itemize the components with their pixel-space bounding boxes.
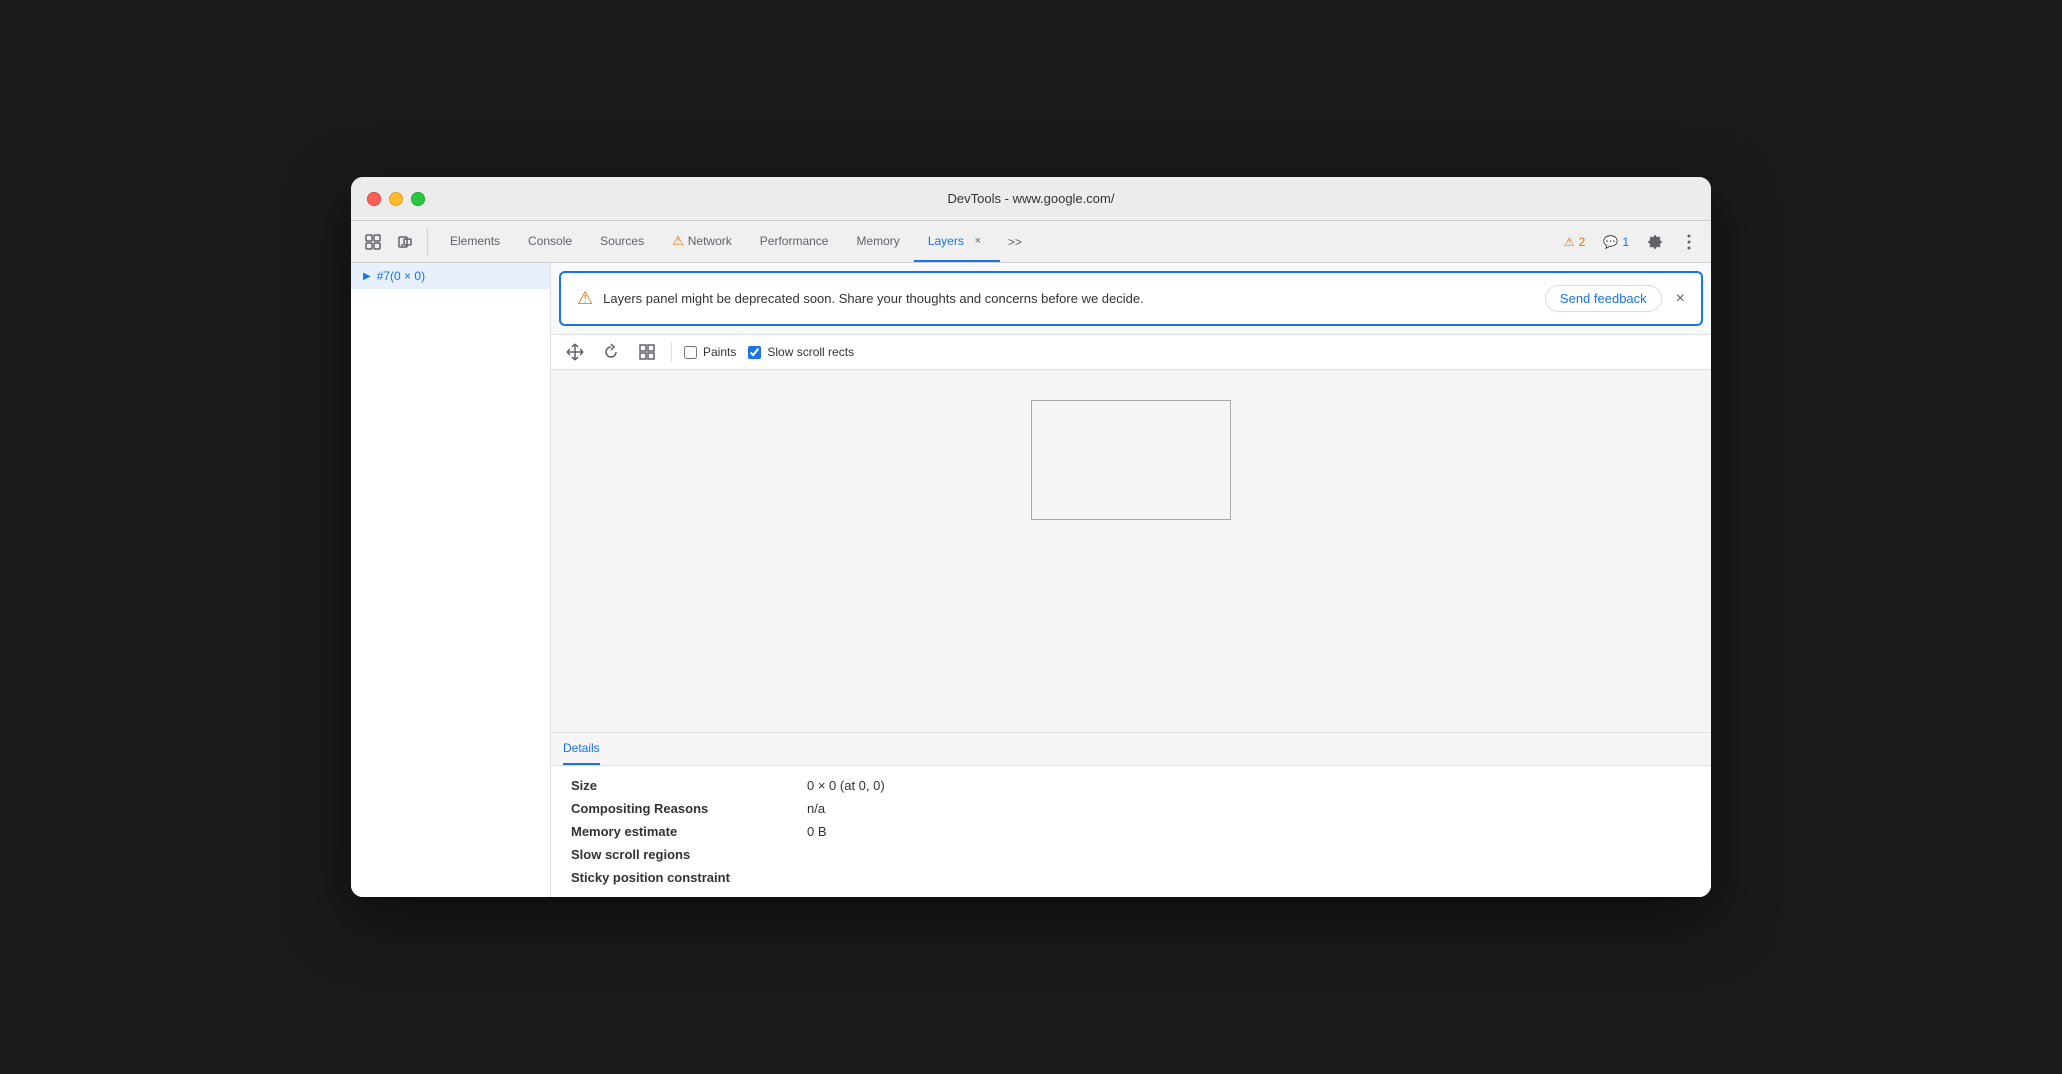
paints-checkbox[interactable] <box>684 346 697 359</box>
toolbar: Elements Console Sources ⚠ Network Perfo… <box>351 221 1711 263</box>
warning-icon: ⚠ <box>1564 235 1575 249</box>
deprecation-banner: ⚠ Layers panel might be deprecated soon.… <box>559 271 1703 326</box>
size-label: Size <box>571 778 791 793</box>
network-warning-icon: ⚠ <box>672 233 684 249</box>
pan-icon[interactable] <box>563 340 587 364</box>
sidebar-item-layer[interactable]: ▶ #7(0 × 0) <box>351 263 550 289</box>
warning-badge[interactable]: ⚠ 2 <box>1558 231 1591 253</box>
memory-label: Memory estimate <box>571 824 791 839</box>
slow-scroll-label: Slow scroll rects <box>767 345 854 359</box>
sticky-position-value <box>807 870 1691 885</box>
main-panel: ⚠ Layers panel might be deprecated soon.… <box>551 263 1711 897</box>
controls-bar: Paints Slow scroll rects <box>551 334 1711 370</box>
details-tabs: Details <box>551 733 1711 766</box>
inspect-icon[interactable] <box>359 228 387 256</box>
banner-message: Layers panel might be deprecated soon. S… <box>603 291 1535 306</box>
tab-sources[interactable]: Sources <box>586 221 658 262</box>
toolbar-right: ⚠ 2 💬 1 <box>1558 228 1703 256</box>
maximize-button[interactable] <box>411 192 425 206</box>
close-button[interactable] <box>367 192 381 206</box>
slow-scroll-regions-value <box>807 847 1691 862</box>
devtools-window: DevTools - www.google.com/ <box>351 177 1711 897</box>
body-content: ▶ #7(0 × 0) ⚠ Layers panel might be depr… <box>351 263 1711 897</box>
compositing-value: n/a <box>807 801 1691 816</box>
toolbar-icons <box>359 228 428 256</box>
rotate-icon[interactable] <box>599 340 623 364</box>
send-feedback-button[interactable]: Send feedback <box>1545 285 1662 312</box>
sticky-position-label: Sticky position constraint <box>571 870 791 885</box>
tab-performance[interactable]: Performance <box>746 221 843 262</box>
size-value: 0 × 0 (at 0, 0) <box>807 778 1691 793</box>
traffic-lights <box>367 192 425 206</box>
details-tab[interactable]: Details <box>563 733 600 765</box>
sidebar-item-label: #7(0 × 0) <box>377 269 425 283</box>
more-tabs-button[interactable]: >> <box>1000 221 1030 262</box>
warning-count: 2 <box>1579 235 1586 249</box>
info-icon: 💬 <box>1603 235 1618 249</box>
info-count: 1 <box>1622 235 1629 249</box>
banner-warning-icon: ⚠ <box>577 288 593 309</box>
titlebar: DevTools - www.google.com/ <box>351 177 1711 221</box>
tab-elements[interactable]: Elements <box>436 221 514 262</box>
sidebar: ▶ #7(0 × 0) <box>351 263 551 897</box>
more-options-icon[interactable] <box>1675 228 1703 256</box>
devtools-container: Elements Console Sources ⚠ Network Perfo… <box>351 221 1711 897</box>
tabs: Elements Console Sources ⚠ Network Perfo… <box>436 221 1558 262</box>
canvas-area <box>551 370 1711 732</box>
details-section: Details Size 0 × 0 (at 0, 0) Compositing… <box>551 732 1711 897</box>
slow-scroll-checkbox[interactable] <box>748 346 761 359</box>
arrow-icon: ▶ <box>363 271 371 282</box>
slow-scroll-checkbox-group[interactable]: Slow scroll rects <box>748 345 854 359</box>
slow-scroll-regions-label: Slow scroll regions <box>571 847 791 862</box>
tab-network[interactable]: ⚠ Network <box>658 221 746 262</box>
paints-checkbox-group[interactable]: Paints <box>684 345 736 359</box>
memory-value: 0 B <box>807 824 1691 839</box>
paints-label: Paints <box>703 345 736 359</box>
compositing-label: Compositing Reasons <box>571 801 791 816</box>
tab-console[interactable]: Console <box>514 221 586 262</box>
device-toolbar-icon[interactable] <box>391 228 419 256</box>
info-badge[interactable]: 💬 1 <box>1597 231 1635 253</box>
settings-icon[interactable] <box>1641 228 1669 256</box>
reset-icon[interactable] <box>635 340 659 364</box>
minimize-button[interactable] <box>389 192 403 206</box>
window-title: DevTools - www.google.com/ <box>948 191 1115 206</box>
details-grid: Size 0 × 0 (at 0, 0) Compositing Reasons… <box>551 766 1711 897</box>
banner-close-icon[interactable]: × <box>1676 290 1685 308</box>
tab-layers-close[interactable]: × <box>970 233 986 249</box>
separator <box>671 342 672 362</box>
layer-visualization <box>1031 400 1231 520</box>
tab-memory[interactable]: Memory <box>842 221 913 262</box>
tab-layers[interactable]: Layers × <box>914 221 1000 262</box>
